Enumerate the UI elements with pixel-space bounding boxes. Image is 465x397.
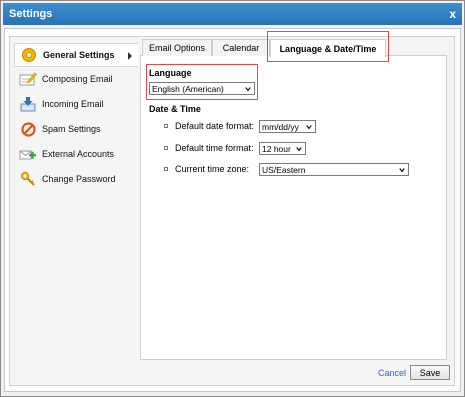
sidebar-item-label: General Settings — [43, 50, 115, 60]
sidebar-item-label: Incoming Email — [42, 99, 104, 109]
time-zone-value: US/Eastern — [262, 164, 306, 175]
chevron-down-icon — [296, 147, 302, 152]
chevron-right-icon — [128, 52, 132, 60]
language-select[interactable]: English (American) — [149, 82, 255, 95]
tab-email-options[interactable]: Email Options — [142, 39, 212, 56]
tab-label: Calendar — [222, 43, 260, 53]
time-zone-label: Current time zone: — [175, 164, 250, 174]
key-icon — [18, 170, 38, 188]
title-bar: Settings x — [3, 3, 462, 25]
sidebar-item-label: Composing Email — [42, 74, 113, 84]
dialog-title: Settings — [9, 8, 53, 20]
bullet-icon — [164, 124, 168, 128]
sidebar-item-label: External Accounts — [42, 149, 115, 159]
sidebar-item-external-accounts[interactable]: External Accounts — [14, 142, 134, 166]
tab-label: Email Options — [148, 43, 206, 53]
prohibited-icon — [18, 120, 38, 138]
tab-calendar[interactable]: Calendar — [212, 39, 270, 56]
bullet-icon — [164, 146, 168, 150]
sidebar-item-spam-settings[interactable]: Spam Settings — [14, 117, 134, 141]
accounts-icon — [18, 145, 38, 163]
tab-language-datetime[interactable]: Language & Date/Time — [270, 39, 386, 57]
time-format-select[interactable]: 12 hour — [259, 142, 306, 155]
bullet-icon — [164, 167, 168, 171]
tab-label: Language & Date/Time — [279, 43, 377, 54]
time-format-value: 12 hour — [262, 143, 291, 154]
chevron-down-icon — [306, 125, 312, 130]
gear-icon — [19, 46, 39, 64]
save-button[interactable]: Save — [410, 365, 450, 380]
sidebar-item-general-settings[interactable]: General Settings — [14, 43, 138, 67]
cancel-link[interactable]: Cancel — [378, 368, 406, 378]
datetime-heading: Date & Time — [149, 104, 201, 114]
date-format-value: mm/dd/yy — [262, 121, 299, 132]
close-button[interactable]: x — [449, 7, 456, 21]
time-format-label: Default time format: — [175, 143, 254, 153]
time-zone-select[interactable]: US/Eastern — [259, 163, 409, 176]
sidebar-item-incoming-email[interactable]: Incoming Email — [14, 92, 134, 116]
pencil-icon — [18, 70, 38, 88]
language-heading: Language — [149, 68, 192, 78]
settings-sidebar: General Settings Composing Email Incomin… — [14, 40, 138, 230]
language-select-value: English (American) — [152, 83, 224, 94]
sidebar-item-label: Change Password — [42, 174, 116, 184]
chevron-down-icon — [245, 87, 251, 92]
sidebar-item-label: Spam Settings — [42, 124, 101, 134]
save-button-label: Save — [419, 367, 441, 378]
date-format-select[interactable]: mm/dd/yy — [259, 120, 316, 133]
date-format-label: Default date format: — [175, 121, 255, 131]
chevron-down-icon — [399, 168, 405, 173]
sidebar-item-change-password[interactable]: Change Password — [14, 167, 134, 191]
sidebar-item-composing-email[interactable]: Composing Email — [14, 67, 134, 91]
inbox-icon — [18, 95, 38, 113]
settings-panel — [140, 55, 447, 360]
